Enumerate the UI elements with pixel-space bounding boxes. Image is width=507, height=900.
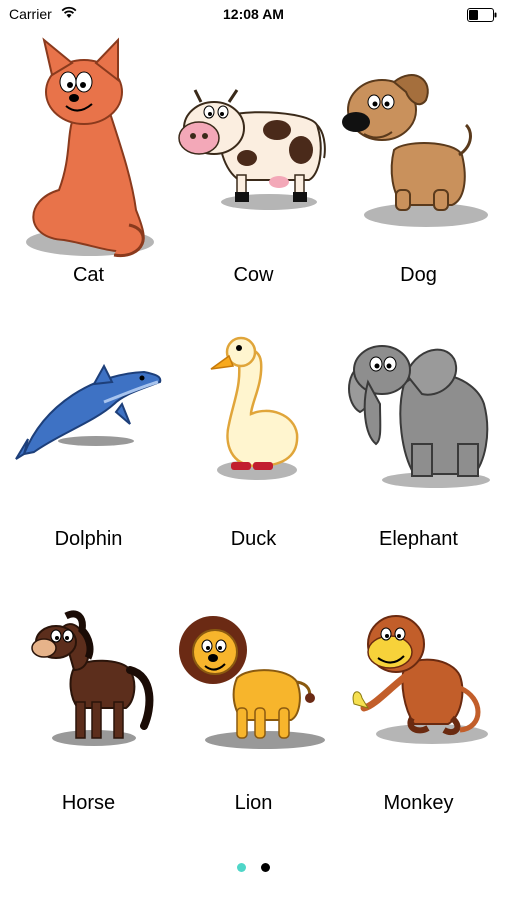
monkey-icon [352, 615, 488, 744]
clock: 12:08 AM [223, 6, 284, 22]
animal-label: Elephant [379, 528, 458, 550]
animal-tile-monkey[interactable]: Monkey [334, 558, 503, 822]
animal-tile-elephant[interactable]: Elephant [334, 294, 503, 558]
animal-tile-dolphin[interactable]: Dolphin [4, 294, 173, 558]
page-dot[interactable] [237, 863, 247, 872]
animal-tile-lion[interactable]: Lion [169, 558, 338, 822]
animal-label: Horse [61, 792, 116, 814]
animal-tile-duck[interactable]: Duck [169, 294, 338, 558]
animal-label: Cow [233, 264, 274, 286]
dog-icon [342, 74, 488, 227]
lion-icon [179, 616, 325, 749]
animal-label: Monkey [383, 792, 454, 814]
battery-icon [467, 8, 497, 22]
animal-tile-cat[interactable]: Cat [4, 30, 173, 294]
page-dot[interactable] [260, 863, 270, 872]
elephant-icon [348, 345, 490, 488]
horse-icon [31, 610, 154, 746]
animal-tile-cow[interactable]: Cow [169, 30, 338, 294]
animal-label: Cat [72, 264, 105, 286]
animal-tile-dog[interactable]: Dog [334, 30, 503, 294]
cat-icon [26, 37, 154, 258]
page-indicator[interactable] [0, 859, 507, 872]
status-bar: Carrier 12:08 AM [0, 0, 507, 28]
duck-icon [210, 336, 299, 480]
dolphin-icon [15, 363, 162, 460]
animal-tile-horse[interactable]: Horse [4, 558, 173, 822]
animal-label: Lion [234, 792, 273, 814]
animal-label: Duck [230, 528, 277, 550]
animal-label: Dolphin [54, 528, 123, 550]
cow-icon [178, 89, 326, 210]
animal-label: Dog [400, 264, 437, 286]
